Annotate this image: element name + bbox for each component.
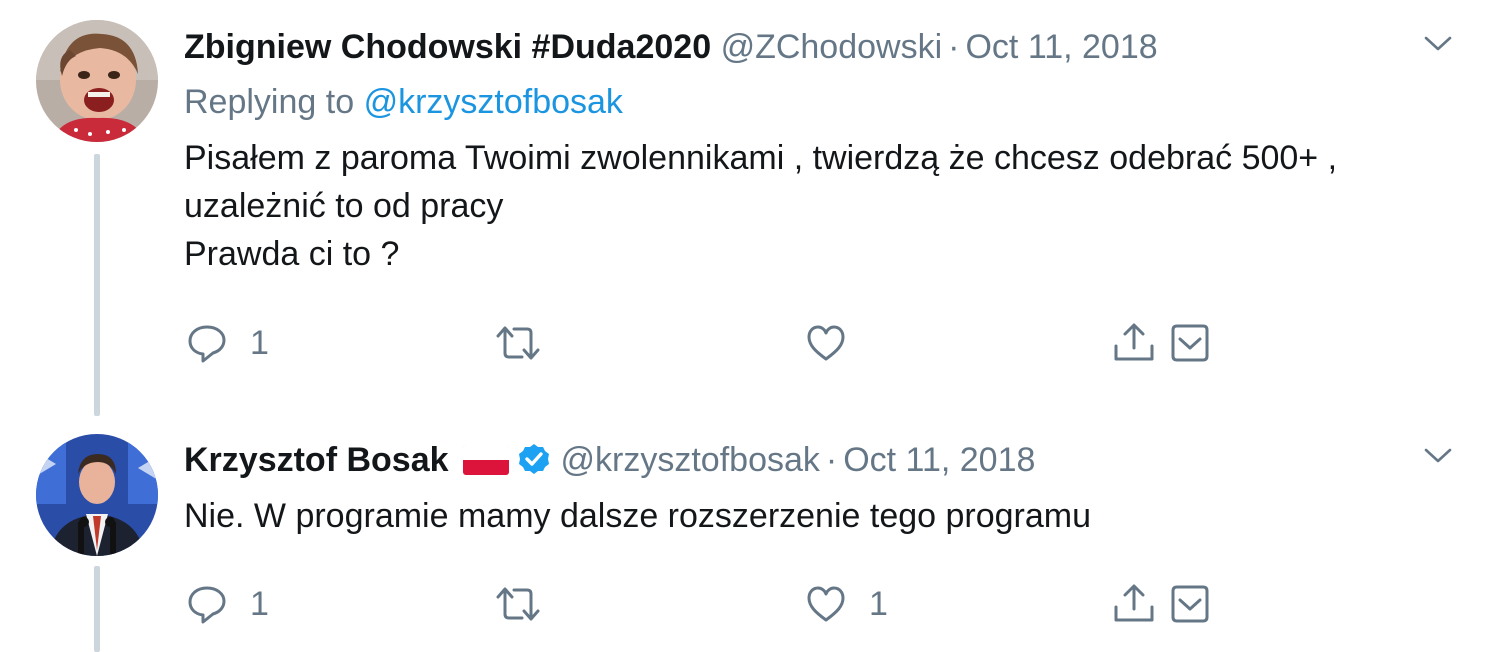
dm-button[interactable] (1168, 321, 1212, 365)
replying-to-label: Replying to (184, 83, 355, 121)
tweet-2[interactable]: Krzysztof Bosak @krzysztofbosak · Oct 11, 2… (0, 420, 1485, 652)
tweet-text: Pisałem z paroma Twoimi zwolennikami , t… (184, 139, 1338, 273)
chevron-down-icon (1424, 36, 1452, 51)
tweet-text: Nie. W programie mamy dalsze rozszerzeni… (184, 497, 1092, 535)
tweet-header: Zbigniew Chodowski #Duda2020 @ZChodowski… (184, 27, 1158, 67)
dm-icon (1171, 585, 1209, 623)
reply-icon (188, 586, 226, 624)
share-icon (1114, 584, 1154, 622)
tweet-1[interactable]: Zbigniew Chodowski #Duda2020 @ZChodowski… (0, 0, 1485, 420)
like-icon (807, 586, 845, 622)
replying-to: Replying to @krzysztofbosak (184, 82, 623, 122)
tweet-menu-button[interactable] (1418, 440, 1458, 470)
dm-icon (1171, 324, 1209, 362)
retweet-icon (496, 587, 540, 621)
author-handle[interactable]: @ZChodowski (721, 28, 943, 66)
reply-count: 1 (250, 585, 269, 623)
poland-flag-icon (462, 445, 509, 475)
separator-dot: · (948, 28, 960, 66)
author-name[interactable]: Zbigniew Chodowski #Duda2020 (184, 28, 711, 66)
retweet-icon (496, 326, 540, 360)
retweet-button[interactable] (494, 321, 564, 365)
tweet-header: Krzysztof Bosak @krzysztofbosak · Oct 11, 2… (184, 440, 1035, 485)
reply-button[interactable]: 1 (186, 321, 269, 365)
author-name[interactable]: Krzysztof Bosak (184, 441, 449, 479)
tweet-menu-button[interactable] (1418, 28, 1458, 58)
reply-button[interactable]: 1 (186, 582, 269, 626)
retweet-button[interactable] (494, 582, 564, 626)
separator-dot: · (825, 441, 838, 479)
like-button[interactable]: 1 (805, 582, 888, 626)
share-button[interactable] (1112, 582, 1156, 626)
verified-badge-icon (517, 442, 551, 485)
tweet-date[interactable]: Oct 11, 2018 (843, 441, 1035, 479)
like-icon (807, 325, 845, 361)
tweet-date[interactable]: Oct 11, 2018 (965, 28, 1157, 66)
like-count: 1 (869, 585, 888, 623)
dm-button[interactable] (1168, 582, 1212, 626)
thread-line (94, 154, 100, 416)
avatar-krzysztofbosak[interactable] (36, 434, 158, 556)
chevron-down-icon (1424, 448, 1452, 463)
share-icon (1114, 323, 1154, 361)
replying-to-mention[interactable]: @krzysztofbosak (364, 83, 623, 121)
avatar-zchodowski[interactable] (36, 20, 158, 142)
reply-icon (188, 325, 226, 363)
share-button[interactable] (1112, 321, 1156, 365)
author-handle[interactable]: @krzysztofbosak (561, 441, 820, 479)
like-button[interactable] (805, 321, 869, 365)
reply-count: 1 (250, 324, 269, 362)
thread-line (94, 566, 100, 652)
